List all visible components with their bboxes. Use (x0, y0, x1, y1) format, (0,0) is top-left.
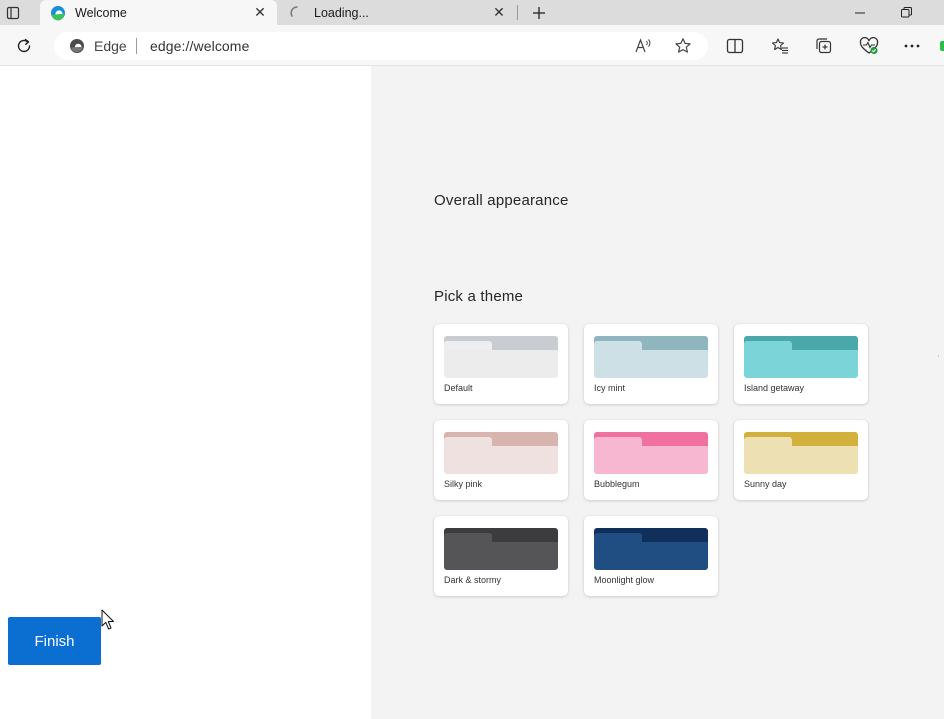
toolbar: Edge edge://welcome (0, 25, 944, 66)
add-favorite-button[interactable] (670, 33, 696, 59)
site-identity-label: Edge (94, 38, 127, 54)
browser-essentials-button[interactable] (856, 33, 882, 59)
favorites-button[interactable] (767, 33, 793, 59)
plus-icon (533, 6, 545, 19)
browser-essentials-icon (859, 37, 879, 55)
tab-close-button[interactable]: ✕ (488, 2, 510, 24)
minimize-button[interactable] (837, 0, 883, 25)
theme-preview (444, 528, 558, 570)
address-bar[interactable]: Edge edge://welcome (54, 32, 708, 60)
theme-label: Silky pink (444, 479, 483, 489)
tab-loading[interactable]: Loading... ✕ (279, 0, 516, 25)
theme-label: Sunny day (744, 479, 787, 489)
scroll-edge-mark (938, 355, 939, 357)
theme-preview (744, 432, 858, 474)
theme-label: Island getaway (744, 383, 805, 393)
minimize-icon (855, 12, 865, 13)
address-separator (136, 38, 137, 54)
theme-label: Dark & stormy (444, 575, 502, 585)
overall-appearance-heading: Overall appearance (434, 192, 569, 209)
theme-card-island-getaway[interactable]: Island getaway (734, 324, 868, 404)
tab-actions-button[interactable] (0, 0, 26, 25)
more-menu-button[interactable] (899, 33, 925, 59)
theme-card-sunny-day[interactable]: Sunny day (734, 420, 868, 500)
theme-card-dark-and-stormy[interactable]: Dark & stormy (434, 516, 568, 596)
mouse-pointer-icon (101, 609, 114, 630)
new-tab-button[interactable] (527, 0, 551, 25)
tab-strip: Welcome ✕ Loading... ✕ (0, 0, 944, 25)
favorite-star-icon (675, 38, 691, 53)
restore-icon (900, 7, 912, 18)
pick-theme-heading: Pick a theme (434, 288, 524, 305)
collections-icon (816, 38, 832, 54)
restore-button[interactable] (883, 0, 929, 25)
loading-spinner-icon (290, 5, 298, 17)
theme-label: Icy mint (594, 383, 626, 393)
edge-icon (51, 5, 65, 21)
split-screen-icon (726, 38, 744, 54)
url-text[interactable]: edge://welcome (150, 38, 249, 54)
tab-actions-icon (6, 6, 20, 19)
sidebar-indicator (940, 41, 944, 51)
theme-preview (444, 432, 558, 474)
theme-card-bubblegum[interactable]: Bubblegum (584, 420, 718, 500)
theme-card-silky-pink[interactable]: Silky pink (434, 420, 568, 500)
theme-preview (594, 336, 708, 378)
theme-preview (444, 336, 558, 378)
finish-button[interactable]: Finish (8, 617, 101, 665)
theme-label: Bubblegum (594, 479, 640, 489)
tab-separator (517, 5, 518, 20)
read-aloud-icon (635, 38, 651, 53)
read-aloud-button[interactable] (630, 33, 656, 59)
theme-label: Moonlight glow (594, 575, 655, 585)
theme-preview (594, 432, 708, 474)
tab-title: Loading... (314, 5, 369, 20)
split-screen-button[interactable] (722, 33, 748, 59)
theme-preview (744, 336, 858, 378)
collections-button[interactable] (811, 33, 837, 59)
tab-welcome[interactable]: Welcome ✕ (40, 0, 277, 25)
theme-label: Default (444, 383, 473, 393)
edge-logo-icon (70, 39, 84, 53)
tab-title: Welcome (75, 5, 127, 20)
refresh-button[interactable] (11, 33, 37, 59)
theme-card-moonlight-glow[interactable]: Moonlight glow (584, 516, 718, 596)
theme-preview (594, 528, 708, 570)
theme-card-icy-mint[interactable]: Icy mint (584, 324, 718, 404)
more-menu-icon (904, 44, 920, 48)
refresh-icon (17, 38, 31, 53)
theme-card-default[interactable]: Default (434, 324, 568, 404)
tab-close-button[interactable]: ✕ (249, 2, 271, 24)
favorites-list-icon (771, 38, 788, 54)
